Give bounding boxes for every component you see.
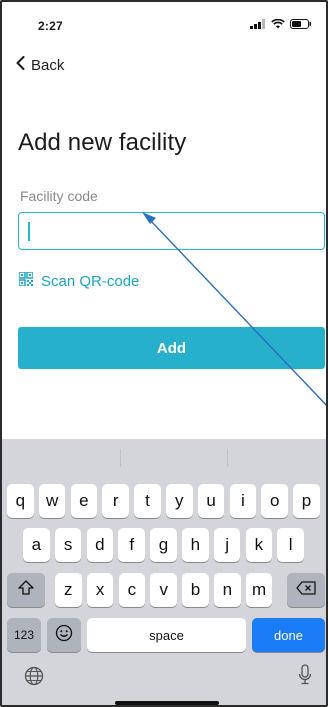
chevron-left-icon [16, 56, 25, 75]
key-k[interactable]: k [245, 528, 273, 562]
key-e[interactable]: e [70, 484, 98, 518]
status-bar: 2:27 [2, 2, 326, 48]
backspace-key[interactable] [287, 573, 325, 607]
key-s[interactable]: s [54, 528, 82, 562]
signal-icon [250, 19, 266, 29]
suggestion-divider [227, 449, 228, 467]
scan-qr-code-link[interactable]: Scan QR-code [18, 271, 140, 291]
key-m[interactable]: m [245, 573, 273, 607]
scan-qr-code-label: Scan QR-code [41, 273, 140, 290]
page-title: Add new facility [18, 129, 187, 156]
status-time: 2:27 [38, 19, 63, 33]
key-v[interactable]: v [150, 573, 177, 607]
add-button[interactable]: Add [18, 327, 325, 369]
shift-key[interactable] [7, 573, 45, 607]
key-g[interactable]: g [150, 528, 177, 562]
phone-screen: 2:27 Back Add new facility Facility code [0, 0, 328, 707]
shift-icon [18, 580, 34, 600]
key-a[interactable]: a [23, 528, 50, 562]
status-icons [250, 19, 312, 29]
emoji-icon [55, 624, 73, 647]
space-key[interactable]: space [87, 618, 246, 652]
key-i[interactable]: i [229, 484, 257, 518]
key-j[interactable]: j [213, 528, 241, 562]
battery-icon [290, 19, 312, 29]
back-label: Back [31, 57, 65, 74]
key-y[interactable]: y [166, 484, 193, 518]
numbers-key[interactable]: 123 [7, 618, 41, 652]
key-t[interactable]: t [134, 484, 161, 518]
key-u[interactable]: u [197, 484, 225, 518]
key-h[interactable]: h [182, 528, 209, 562]
key-p[interactable]: p [293, 484, 320, 518]
key-q[interactable]: q [7, 484, 34, 518]
key-d[interactable]: d [86, 528, 114, 562]
facility-code-label: Facility code [20, 188, 98, 204]
key-w[interactable]: w [38, 484, 66, 518]
key-x[interactable]: x [86, 573, 114, 607]
key-r[interactable]: r [102, 484, 129, 518]
globe-icon[interactable] [24, 666, 44, 691]
key-o[interactable]: o [261, 484, 288, 518]
facility-code-input[interactable] [18, 212, 325, 250]
key-c[interactable]: c [118, 573, 146, 607]
qr-code-icon [18, 271, 34, 291]
suggestion-bar [2, 439, 326, 475]
suggestion-divider [120, 449, 121, 467]
home-indicator [115, 701, 219, 705]
wifi-icon [271, 19, 285, 29]
microphone-icon[interactable] [298, 664, 312, 691]
done-key[interactable]: done [252, 618, 325, 652]
key-b[interactable]: b [182, 573, 209, 607]
key-n[interactable]: n [214, 573, 241, 607]
emoji-key[interactable] [47, 618, 81, 652]
key-l[interactable]: l [277, 528, 304, 562]
key-f[interactable]: f [118, 528, 145, 562]
text-caret [28, 222, 30, 241]
back-button[interactable]: Back [16, 56, 64, 75]
key-z[interactable]: z [55, 573, 82, 607]
backspace-icon [296, 580, 316, 600]
